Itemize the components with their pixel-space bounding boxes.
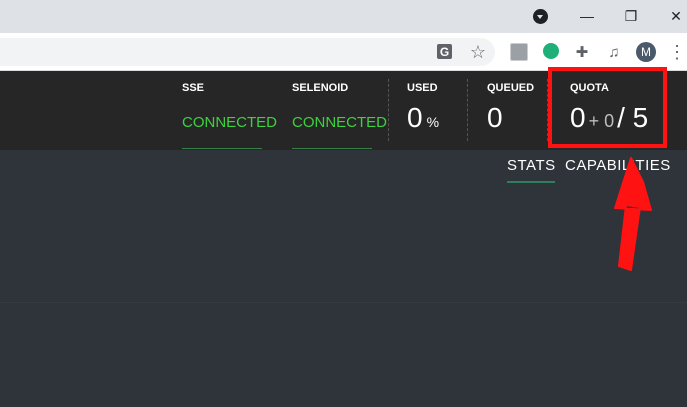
stat-title: QUEUED bbox=[487, 82, 535, 94]
active-tab-indicator bbox=[507, 181, 555, 183]
selenoid-status: CONNECTED bbox=[292, 114, 388, 131]
divider bbox=[388, 79, 389, 141]
tab-capabilities[interactable]: CAPABILITIES bbox=[565, 157, 671, 174]
extension-green-icon[interactable] bbox=[543, 43, 559, 59]
media-playlist-icon[interactable]: ♫ bbox=[604, 42, 624, 62]
address-bar[interactable] bbox=[0, 38, 495, 66]
tab-stats[interactable]: STATS bbox=[507, 157, 556, 174]
extension-photo-icon[interactable] bbox=[510, 43, 528, 61]
stat-title: SSE bbox=[182, 82, 205, 94]
extensions-puzzle-icon[interactable]: ✚ bbox=[572, 42, 592, 62]
divider bbox=[467, 79, 468, 141]
translate-icon[interactable]: G bbox=[437, 44, 452, 59]
content-divider bbox=[0, 302, 687, 303]
browser-title-bar: — ❐ ✕ bbox=[0, 0, 687, 33]
stat-title: USED bbox=[407, 82, 438, 94]
browser-toolbar: G ☆ ✚ ♫ M ⋮ bbox=[0, 33, 687, 71]
restore-icon[interactable]: ❐ bbox=[619, 5, 643, 27]
used-unit: % bbox=[426, 114, 440, 130]
profile-avatar[interactable]: M bbox=[636, 42, 656, 62]
profile-dropdown-icon[interactable] bbox=[533, 9, 548, 24]
used-value: 0% bbox=[407, 102, 439, 134]
more-menu-icon[interactable]: ⋮ bbox=[667, 42, 687, 62]
quota-highlight-box bbox=[548, 67, 667, 148]
minimize-icon[interactable]: — bbox=[575, 5, 599, 27]
stat-title: SELENOID bbox=[292, 82, 349, 94]
close-icon[interactable]: ✕ bbox=[664, 5, 687, 27]
bookmark-star-icon[interactable]: ☆ bbox=[468, 42, 488, 62]
used-number: 0 bbox=[407, 102, 423, 133]
queued-value: 0 bbox=[487, 102, 503, 133]
status-underline bbox=[292, 148, 372, 149]
status-underline bbox=[182, 148, 262, 149]
sse-status: CONNECTED bbox=[182, 114, 278, 131]
